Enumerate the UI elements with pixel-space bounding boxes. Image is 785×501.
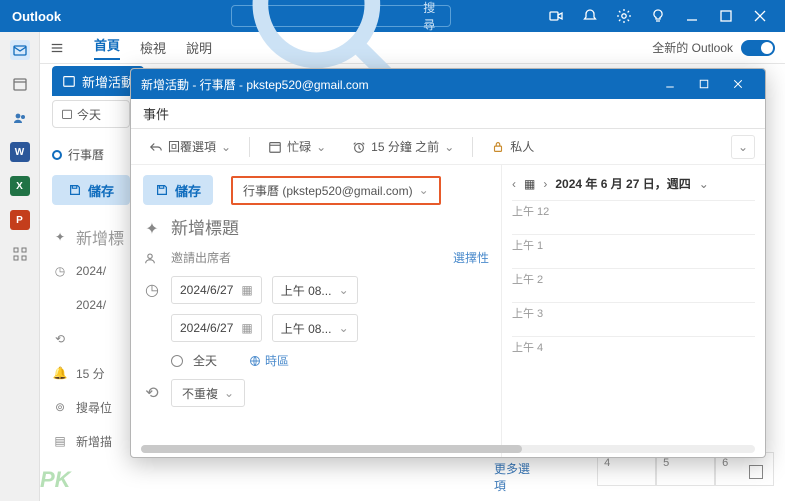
word-icon[interactable]: W [10,142,30,162]
calendar-label-bg[interactable]: 行事曆 [52,146,130,163]
chevron-down-icon: ⌄ [224,386,234,400]
allday-label: 全天 [193,352,217,369]
clock-icon: ◷ [52,264,68,278]
more-options-link[interactable]: 更多選項 [494,460,537,486]
busy-status-button[interactable]: 忙碌 ⌄ [260,134,334,159]
allday-toggle[interactable] [171,355,183,367]
chevron-down-icon[interactable]: ⌄ [731,135,755,159]
meet-now-button[interactable] [539,0,573,32]
dialog-minimize-button[interactable] [653,69,687,99]
bg-title-trunc: 新增標 [76,225,124,249]
new-outlook-label: 全新的 Outlook [652,39,733,56]
save-icon [155,183,169,197]
globe-icon [249,355,261,367]
titlebar: Outlook 搜尋 [0,0,785,32]
event-title-input[interactable] [171,219,489,239]
reply-icon [149,140,163,154]
close-button[interactable] [743,0,777,32]
lock-icon [491,140,505,154]
calendar-icon[interactable] [10,74,30,94]
dialog-maximize-button[interactable] [687,69,721,99]
time-slot[interactable]: 上午 3 [512,302,755,336]
more-apps-icon[interactable] [10,244,30,264]
dialog-toolbar: 回覆選項 ⌄ 忙碌 ⌄ 15 分鐘 之前 ⌄ 私人 ⌄ [131,129,765,165]
calendar-dot-icon [52,150,62,160]
invite-attendees-input[interactable]: 邀請出席者 [171,249,443,266]
prev-day-button[interactable]: ‹ [512,177,516,191]
new-event-dialog: 新增活動 - 行事曆 - pkstep520@gmail.com 事件 回覆選項… [130,68,766,458]
end-time-input[interactable]: 上午 08...⌄ [272,314,358,342]
dialog-day-preview: ‹ ▦ › 2024 年 6 月 27 日，週四 ⌄ 上午 12 上午 1 上午… [501,165,765,457]
repeat-select[interactable]: 不重複 ⌄ [171,379,245,407]
calendar-picker-icon: ▦ [241,321,252,335]
dialog-title: 新增活動 - 行事曆 - pkstep520@gmail.com [141,76,369,93]
today-button-bg[interactable]: 今天 [52,100,130,128]
app-brand: Outlook [12,9,61,24]
new-outlook-toggle[interactable] [741,40,775,56]
sparkle-icon: ✦ [143,219,161,239]
dialog-form: 儲存 行事曆 (pkstep520@gmail.com) ⌄ ✦ 邀請出席者 選… [131,165,501,457]
excel-icon[interactable]: X [10,176,30,196]
dialog-subheader: 事件 [131,99,765,129]
tab-home[interactable]: 首頁 [94,35,120,60]
chevron-down-icon: ⌄ [419,183,429,197]
clock-icon: ◷ [143,280,161,300]
chevron-down-icon: ⌄ [316,140,326,154]
start-time-input[interactable]: 上午 08...⌄ [272,276,358,304]
tab-view[interactable]: 檢視 [140,38,166,57]
repeat-icon: ⟲ [52,332,68,346]
end-date-input[interactable]: 2024/6/27 ▦ [171,314,262,342]
time-slot[interactable]: 上午 1 [512,234,755,268]
people-icon[interactable] [10,108,30,128]
search-input[interactable]: 搜尋 [231,5,451,27]
maximize-button[interactable] [709,0,743,32]
save-icon [68,183,82,197]
calendar-today-icon [61,108,73,120]
calendar-select[interactable]: 行事曆 (pkstep520@gmail.com) ⌄ [231,176,441,205]
reply-options-button[interactable]: 回覆選項 ⌄ [141,134,239,159]
calendar-mini-icon[interactable]: ▦ [524,177,535,191]
hamburger-icon[interactable] [50,41,64,55]
bell-icon: 🔔 [52,366,68,380]
notifications-button[interactable] [573,0,607,32]
people-icon [143,251,161,265]
alarm-icon [352,140,366,154]
tab-help[interactable]: 說明 [186,38,212,57]
save-button-bg[interactable]: 儲存 [52,175,130,205]
timezone-link[interactable]: 時區 [249,352,289,369]
reminder-button[interactable]: 15 分鐘 之前 ⌄ [344,134,462,159]
dialog-titlebar: 新增活動 - 行事曆 - pkstep520@gmail.com [131,69,765,99]
calendar-plus-icon [62,74,76,88]
bg-left-column: 今天 行事曆 儲存 ✦新增標 ◷2024/ 2024/ ⟲ 🔔15 分 ⊚搜尋位… [52,100,130,463]
time-slot[interactable]: 上午 4 [512,336,755,370]
sparkle-icon: ✦ [52,230,68,244]
save-button[interactable]: 儲存 [143,175,213,205]
location-icon: ⊚ [52,400,68,414]
note-icon: ▤ [52,434,68,448]
resize-handle-icon[interactable] [749,465,763,479]
time-slot[interactable]: 上午 12 [512,200,755,234]
mail-icon[interactable] [10,40,30,60]
minimize-button[interactable] [675,0,709,32]
chevron-down-icon: ⌄ [444,140,454,154]
preview-date: 2024 年 6 月 27 日，週四 [555,175,690,192]
optional-link[interactable]: 選擇性 [453,249,489,266]
powerpoint-icon[interactable]: P [10,210,30,230]
repeat-icon: ⟲ [143,383,161,403]
settings-button[interactable] [607,0,641,32]
tips-button[interactable] [641,0,675,32]
busy-icon [268,140,282,154]
calendar-picker-icon: ▦ [241,283,252,297]
horizontal-scrollbar[interactable] [141,445,755,453]
start-date-input[interactable]: 2024/6/27 ▦ [171,276,262,304]
time-slot[interactable]: 上午 2 [512,268,755,302]
dialog-close-button[interactable] [721,69,755,99]
chevron-down-icon: ⌄ [221,140,231,154]
search-placeholder: 搜尋 [423,0,444,33]
watermark: PK [40,467,71,493]
next-day-button[interactable]: › [543,177,547,191]
private-button[interactable]: 私人 [483,134,542,159]
chevron-down-icon[interactable]: ⌄ [699,177,709,191]
app-rail: W X P [0,32,40,501]
